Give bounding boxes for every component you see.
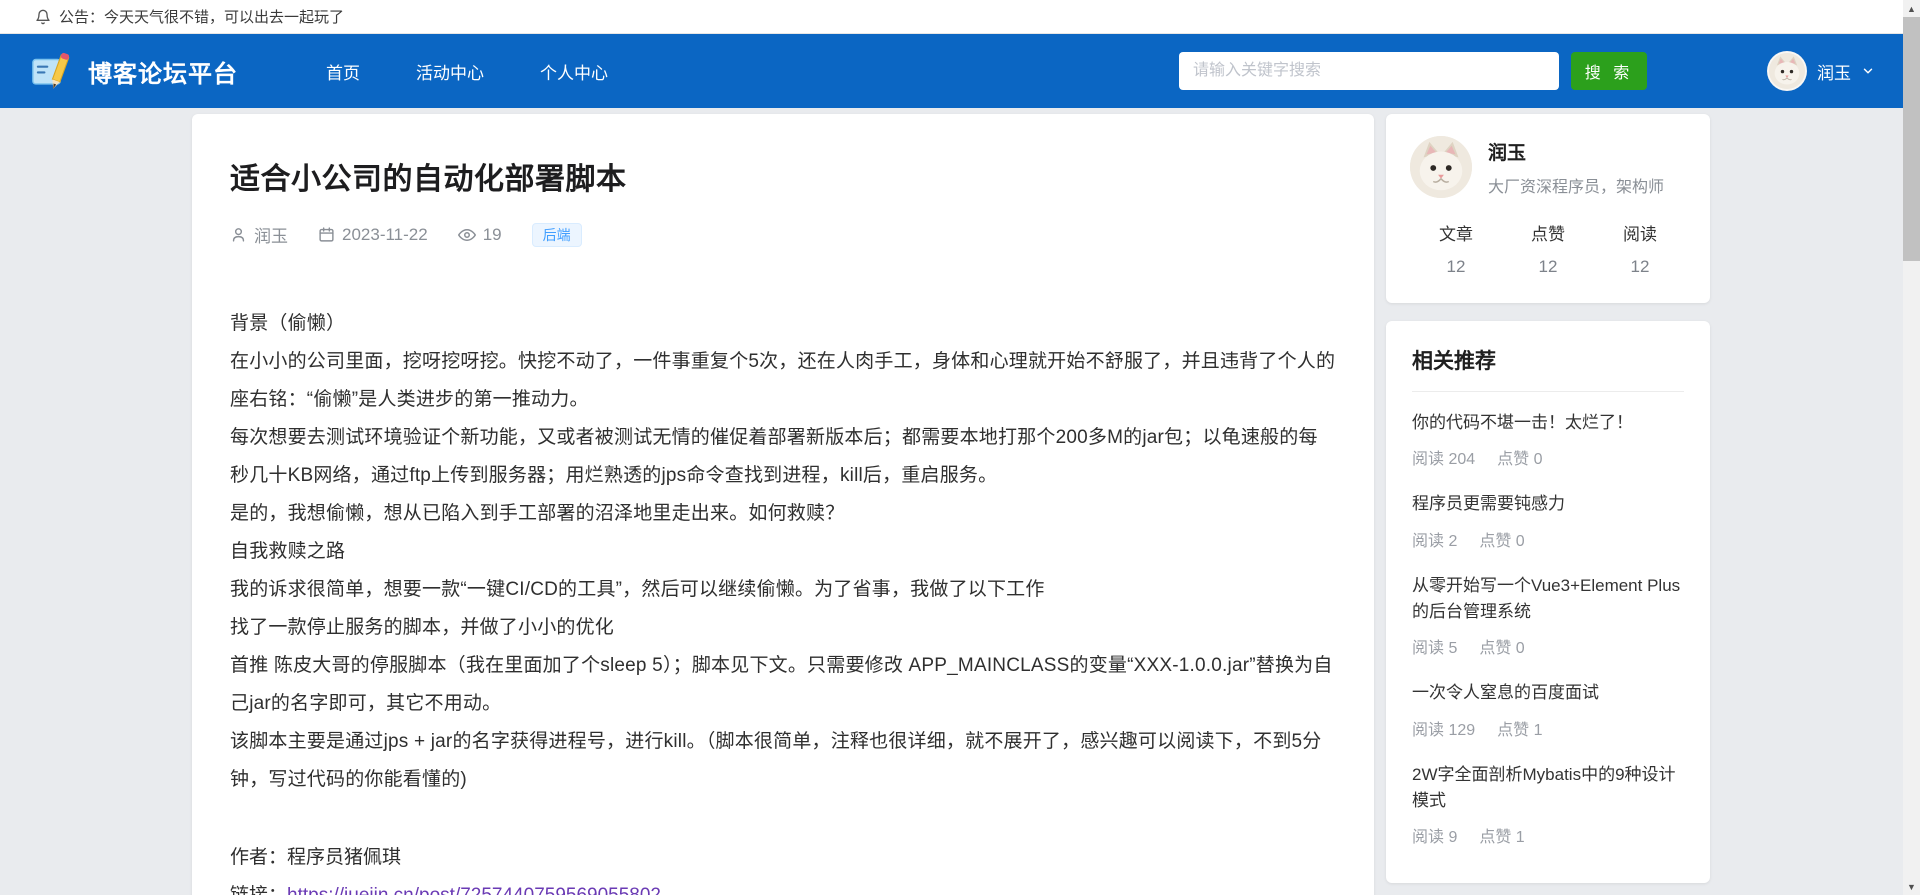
page-scrollbar[interactable]: ▲ ▼	[1903, 0, 1920, 895]
recommend-item[interactable]: 2W字全面剖析Mybatis中的9种设计模式 阅读 9 点赞 1	[1412, 748, 1684, 856]
notebook-pencil-logo-icon	[32, 52, 70, 89]
announcement-bar: 公告：今天天气很不错，可以出去一起玩了	[0, 0, 1903, 34]
article-views: 19	[457, 225, 502, 245]
calendar-icon	[319, 227, 334, 242]
profile-stats: 文章 12 点赞 12 阅读 12	[1410, 220, 1686, 277]
person-icon	[232, 228, 245, 242]
search-button[interactable]: 搜 索	[1571, 52, 1647, 90]
read-count: 阅读 2	[1412, 532, 1458, 550]
nav-item-home[interactable]: 首页	[326, 59, 360, 84]
search-area: 搜 索	[1179, 52, 1647, 90]
article-tag-badge[interactable]: 后端	[531, 222, 582, 247]
main-nav: 首页 活动中心 个人中心	[326, 59, 608, 84]
profile-avatar[interactable]	[1410, 136, 1472, 198]
profile-info: 润玉 大厂资深程序员，架构师	[1488, 138, 1664, 197]
read-count: 阅读 129	[1412, 721, 1476, 739]
user-menu[interactable]: 润玉	[1767, 51, 1875, 91]
recommend-item[interactable]: 从零开始写一个Vue3+Element Plus的后台管理系统 阅读 5 点赞 …	[1412, 559, 1684, 667]
recommend-item[interactable]: 一次令人窒息的百度面试 阅读 129 点赞 1	[1412, 666, 1684, 747]
page-layout: 适合小公司的自动化部署脚本 润玉 2023-11-22 19 后端 背景（偷懒）…	[192, 114, 1710, 895]
user-name: 润玉	[1817, 63, 1851, 83]
recommend-title: 相关推荐	[1412, 350, 1496, 373]
search-input[interactable]	[1179, 52, 1559, 90]
article-date: 2023-11-22	[318, 225, 428, 245]
source-link[interactable]: https://juejin.cn/post/72574407595690558…	[287, 885, 661, 895]
like-count: 点赞 1	[1479, 829, 1525, 847]
recommend-item[interactable]: 程序员更需要钝感力 阅读 2 点赞 0	[1412, 477, 1684, 558]
announcement-text: 公告：今天天气很不错，可以出去一起玩了	[59, 9, 345, 26]
article-author: 润玉	[230, 222, 288, 247]
article-card: 适合小公司的自动化部署脚本 润玉 2023-11-22 19 后端 背景（偷懒）…	[192, 114, 1374, 895]
read-count: 阅读 9	[1412, 829, 1458, 847]
user-avatar[interactable]	[1767, 51, 1807, 91]
navbar: 博客论坛平台 首页 活动中心 个人中心 搜 索 润玉	[0, 34, 1903, 108]
nav-item-personal-center[interactable]: 个人中心	[540, 59, 608, 84]
cat-avatar-image	[1769, 53, 1805, 89]
bell-icon	[36, 9, 50, 24]
eye-icon	[457, 228, 476, 241]
sidebar: 润玉 大厂资深程序员，架构师 文章 12 点赞 12 阅读 12 相关推荐 你的…	[1386, 114, 1710, 895]
read-count: 阅读 204	[1412, 451, 1476, 469]
brand-title: 博客论坛平台	[88, 60, 238, 88]
profile-card: 润玉 大厂资深程序员，架构师 文章 12 点赞 12 阅读 12	[1386, 114, 1710, 303]
stat-reads: 阅读 12	[1623, 225, 1657, 276]
profile-name: 润玉	[1488, 142, 1527, 164]
scrollbar-down-arrow-icon[interactable]: ▼	[1903, 878, 1920, 895]
like-count: 点赞 0	[1497, 451, 1543, 469]
article-title: 适合小公司的自动化部署脚本	[230, 163, 627, 196]
brand[interactable]: 博客论坛平台	[30, 48, 238, 94]
stat-articles: 文章 12	[1439, 225, 1473, 276]
like-count: 点赞 0	[1479, 532, 1525, 550]
like-count: 点赞 0	[1479, 640, 1525, 658]
article-body: 背景（偷懒） 在小小的公司里面，挖呀挖呀挖。快挖不动了，一件事重复个5次，还在人…	[230, 313, 1336, 790]
article-meta: 润玉 2023-11-22 19 后端	[230, 222, 1336, 247]
profile-bio: 大厂资深程序员，架构师	[1488, 178, 1665, 196]
recommend-card: 相关推荐 你的代码不堪一击！太烂了！ 阅读 204 点赞 0 程序员更需要钝感力…	[1386, 321, 1710, 884]
divider	[1412, 391, 1684, 392]
read-count: 阅读 5	[1412, 640, 1458, 658]
scrollbar-up-arrow-icon[interactable]: ▲	[1903, 0, 1920, 17]
article-source-link-line: 链接：https://juejin.cn/post/72574407595690…	[230, 877, 1336, 895]
article-source-author: 作者：程序员猪佩琪	[230, 847, 402, 868]
profile-header: 润玉 大厂资深程序员，架构师	[1410, 136, 1686, 198]
recommend-item[interactable]: 你的代码不堪一击！太烂了！ 阅读 204 点赞 0	[1412, 396, 1684, 477]
nav-item-activity-center[interactable]: 活动中心	[416, 59, 484, 84]
stat-likes: 点赞 12	[1531, 225, 1565, 276]
scrollbar-thumb[interactable]	[1903, 17, 1920, 261]
like-count: 点赞 1	[1497, 721, 1543, 739]
cat-avatar-image	[1410, 136, 1472, 198]
chevron-down-icon	[1863, 68, 1873, 74]
